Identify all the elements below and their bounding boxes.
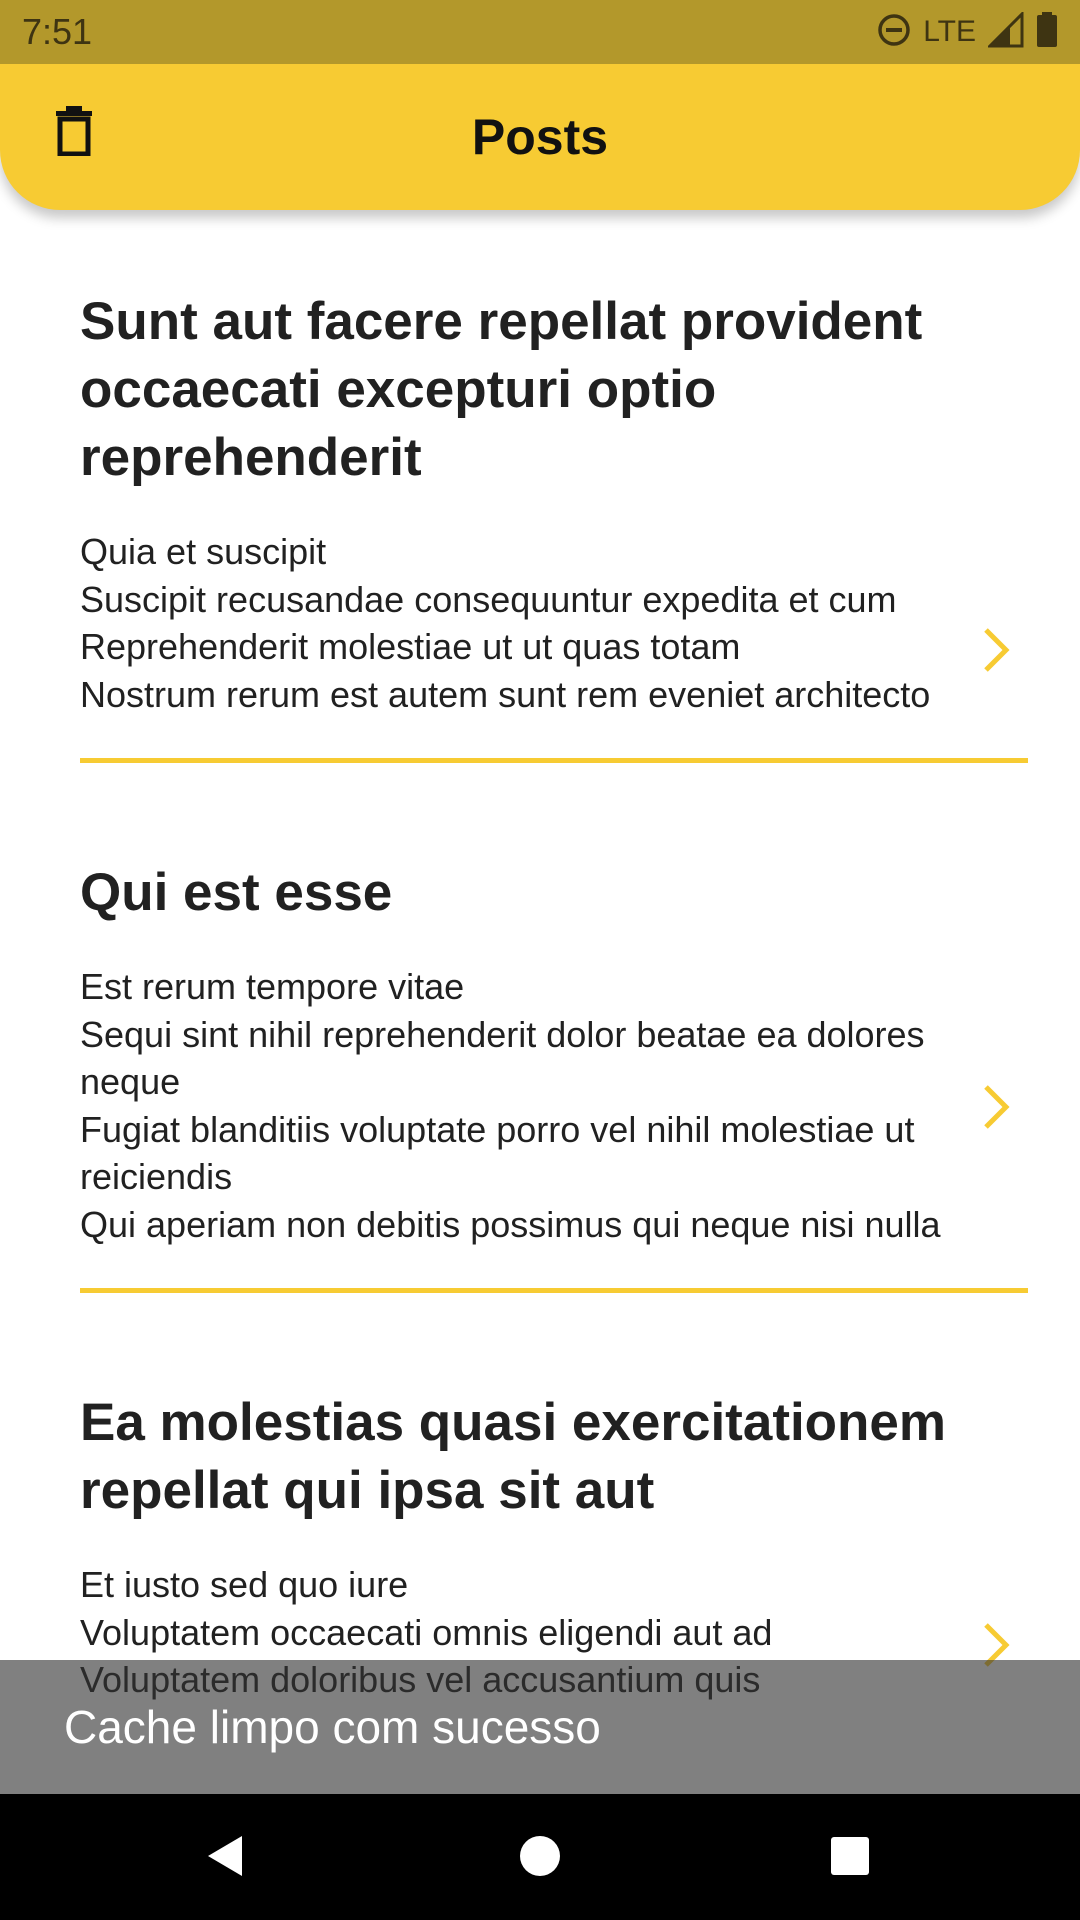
post-body: Est rerum tempore vitae Sequi sint nihil… — [80, 966, 941, 1245]
post-title: Ea molestias quasi exercitationem repell… — [80, 1393, 947, 1520]
post-title: Sunt aut facere repellat provident occae… — [80, 292, 923, 487]
page-title: Posts — [471, 109, 609, 165]
network-type: LTE — [923, 15, 976, 48]
home-icon — [516, 1832, 564, 1885]
home-button[interactable] — [510, 1828, 570, 1888]
post-title: Qui est esse — [80, 863, 393, 922]
list-item[interactable]: Sunt aut facere repellat provident occae… — [80, 210, 1028, 763]
status-icons: LTE — [877, 9, 1058, 53]
snackbar-message: Cache limpo com sucesso — [64, 1701, 601, 1753]
post-list[interactable]: Sunt aut facere repellat provident occae… — [0, 210, 1080, 1704]
list-item[interactable]: Ea molestias quasi exercitationem repell… — [80, 1293, 1028, 1704]
do-not-disturb-icon — [877, 13, 911, 52]
app-bar: Posts — [0, 64, 1080, 210]
chevron-right-icon — [972, 626, 1020, 674]
screen: 7:51 LTE Posts Sunt aut facere repellat … — [0, 0, 1080, 1920]
chevron-right-icon — [972, 1083, 1020, 1131]
status-time: 7:51 — [22, 11, 93, 52]
status-bar: 7:51 LTE — [0, 0, 1080, 64]
snackbar: Cache limpo com sucesso — [0, 1660, 1080, 1794]
recents-icon — [826, 1832, 874, 1885]
recents-button[interactable] — [820, 1828, 880, 1888]
navigation-bar — [0, 1794, 1080, 1920]
list-item[interactable]: Qui est esse Est rerum tempore vitae Seq… — [80, 763, 1028, 1293]
post-body: Quia et suscipit Suscipit recusandae con… — [80, 531, 931, 715]
back-icon — [202, 1832, 250, 1885]
battery-icon — [1036, 11, 1058, 53]
signal-icon — [986, 9, 1024, 53]
back-button[interactable] — [196, 1828, 256, 1888]
